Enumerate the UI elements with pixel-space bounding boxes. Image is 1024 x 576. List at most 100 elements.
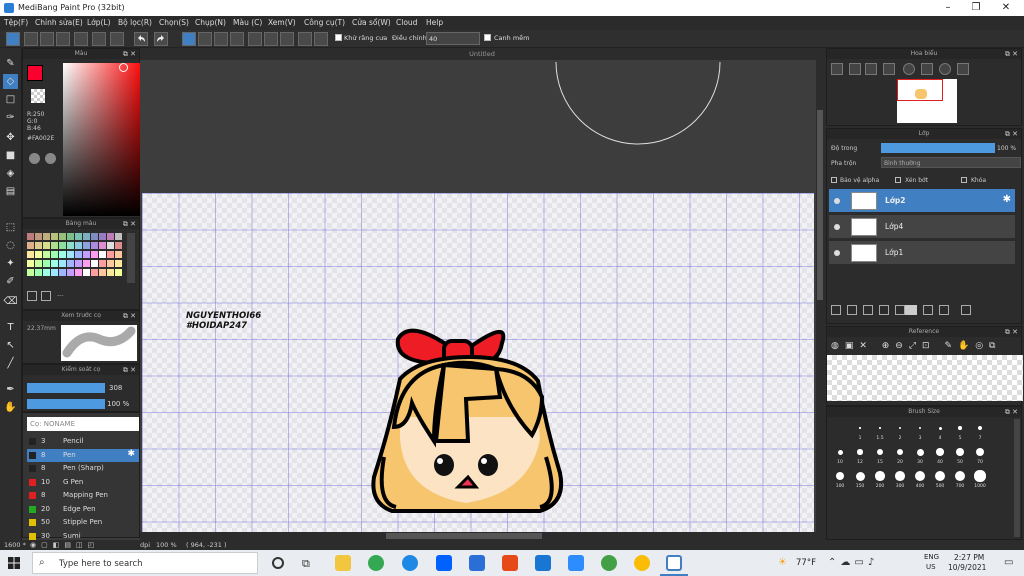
menu-tools[interactable]: Công cụ(T) [304,18,345,27]
blend-mode-select[interactable]: Bình thường [881,157,1021,168]
magic-wand-icon[interactable]: ✦ [3,256,18,271]
text-tool-icon[interactable]: T [3,320,18,335]
palette-swatch[interactable] [83,233,90,240]
dot-tool-icon[interactable]: □ [3,92,18,107]
palette-swatch[interactable] [91,260,98,267]
hand-tool-icon[interactable]: ✋ [3,400,18,415]
palette-swatch[interactable] [51,269,58,276]
snap-radial-icon[interactable] [230,32,244,46]
brush-size-option[interactable] [938,426,942,430]
palette-swatch[interactable] [51,242,58,249]
palette-scrollbar[interactable] [127,233,135,283]
pen-tool-icon[interactable]: ✑ [3,110,18,125]
clipping-checkbox[interactable] [895,177,901,183]
palette-swatch[interactable] [67,269,74,276]
eyedropper-icon[interactable]: ✒ [3,382,18,397]
palette-swatch[interactable] [43,242,50,249]
clock-date[interactable]: 10/9/2021 [948,563,986,572]
palette-swatch[interactable] [91,251,98,258]
taskbar-search-box[interactable]: ⌕ Type here to search [32,552,258,574]
palette-swatch[interactable] [67,260,74,267]
brush-size-option[interactable] [977,425,983,431]
palette-swatch[interactable] [83,260,90,267]
palette-swatch[interactable] [59,251,66,258]
palette-swatch[interactable] [75,269,82,276]
panel-close-icon[interactable]: ⧉ ✕ [123,311,136,321]
import-image-icon[interactable] [895,305,905,315]
store-icon[interactable] [469,555,485,571]
layer-opacity-slider[interactable] [881,143,995,153]
brush-size-option[interactable] [954,470,966,482]
select-pen-icon[interactable]: ✐ [3,274,18,289]
palette-swatch[interactable] [75,233,82,240]
brush-size-option[interactable] [859,427,861,429]
zoom-in-icon[interactable] [831,63,843,75]
flip-icon[interactable] [957,63,969,75]
brush-size-option[interactable] [877,449,883,455]
fill-tool-icon[interactable]: ◈ [3,166,18,181]
new-1bit-layer-icon[interactable] [879,305,889,315]
snap-curve-icon[interactable] [280,32,294,46]
snap-perspective-icon[interactable] [248,32,262,46]
palette-swatch[interactable] [27,269,34,276]
layer-settings-gear-icon[interactable]: ✱ [1003,194,1011,205]
brush-size-option[interactable] [837,449,843,455]
palette-swatch[interactable] [43,233,50,240]
rotate-right-icon[interactable] [939,63,951,75]
palette-swatch[interactable] [59,269,66,276]
snap-off-icon[interactable] [182,32,196,46]
layer-visibility-icon[interactable] [834,250,840,256]
brush-list-item[interactable]: 20 Edge Pen [27,503,139,516]
panel-close-icon[interactable]: ⧉ ✕ [1005,129,1018,139]
palette-swatch[interactable] [99,260,106,267]
brush-tool-icon[interactable]: ✎ [3,56,18,71]
new-8bit-layer-icon[interactable] [863,305,873,315]
menu-help[interactable]: Help [426,18,443,27]
close-button[interactable]: ✕ [1000,2,1012,14]
brush-size-option[interactable] [895,471,905,481]
palette-swatch[interactable] [35,260,42,267]
zoom-out-icon[interactable] [849,63,861,75]
palette-swatch[interactable] [75,260,82,267]
palette-swatch[interactable] [107,269,114,276]
fit-icon[interactable] [865,63,877,75]
brush-size-option[interactable] [879,427,881,429]
brush-size-option[interactable] [857,449,863,455]
palette-swatch[interactable] [67,251,74,258]
windows-start-icon[interactable] [8,557,20,569]
cortana-icon[interactable] [272,557,284,569]
tool-option-icon[interactable] [6,32,20,46]
palette-swatch[interactable] [115,233,122,240]
snap-circle-icon[interactable] [264,32,278,46]
color-dropper-icon[interactable] [45,153,56,164]
palette-swatch[interactable] [59,233,66,240]
folder-icon[interactable] [905,305,917,315]
menu-capture[interactable]: Chụp(N) [195,18,226,27]
palette-swatch[interactable] [91,269,98,276]
panel-close-icon[interactable]: ⧉ ✕ [1005,327,1018,337]
brush-size-option[interactable] [875,471,885,481]
lasso-tool-icon[interactable]: ◌ [3,238,18,253]
palette-add-icon[interactable] [27,291,37,301]
layer-item[interactable]: Lớp1 [829,241,1015,265]
actual-size-icon[interactable] [883,63,895,75]
secondary-color-swatch[interactable] [31,89,45,103]
brush-size-option[interactable] [916,448,924,456]
delete-layer-icon[interactable] [961,305,971,315]
layer-item[interactable]: Lớp2 ✱ [829,189,1015,213]
palette-swatch[interactable] [35,242,42,249]
brush-size-option[interactable] [899,427,901,429]
palette-swatch[interactable] [43,269,50,276]
eraser-tool-icon[interactable]: ◇ [3,74,18,89]
weather-icon[interactable]: ☀ [778,557,787,568]
panel-close-icon[interactable]: ⧉ ✕ [1005,407,1018,417]
layer-visibility-icon[interactable] [834,198,840,204]
rect-tool-icon[interactable]: ■ [3,148,18,163]
palette-swatch[interactable] [51,260,58,267]
palette-swatch[interactable] [27,251,34,258]
palette-swatch[interactable] [43,260,50,267]
brush-size-slider[interactable] [27,383,105,393]
menu-window[interactable]: Cửa sổ(W) [352,18,391,27]
palette-swatch[interactable] [51,233,58,240]
reference-toolbar[interactable]: ◍▣✕ ⊕⊖⤢⊡ ✎✋◎⧉ [831,341,1021,353]
